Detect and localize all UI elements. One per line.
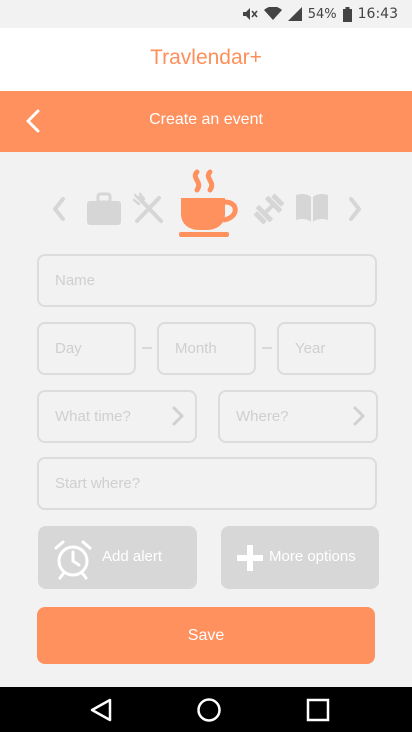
mute-icon [242, 8, 258, 20]
header-bar: Create an event [0, 91, 412, 152]
add-alert-label: Add alert [102, 548, 163, 565]
briefcase-icon[interactable] [86, 192, 122, 226]
alarm-clock-icon [54, 540, 92, 580]
day-field [37, 322, 136, 375]
more-options-label: More options [269, 548, 356, 565]
battery-percent: 54% [307, 6, 337, 22]
back-triangle-icon[interactable] [88, 697, 114, 723]
wifi-icon [263, 7, 282, 20]
page-title: Create an event [149, 111, 263, 128]
dumbbell-icon[interactable] [252, 192, 286, 226]
utensils-icon[interactable] [132, 192, 166, 226]
name-input[interactable] [39, 256, 375, 305]
next-arrow-icon[interactable] [346, 196, 364, 222]
month-field [157, 322, 256, 375]
battery-icon [342, 6, 352, 22]
save-button[interactable]: Save [37, 607, 375, 664]
system-nav-bar [0, 687, 412, 732]
plus-icon [237, 545, 263, 571]
status-icons: 54% 16:43 [242, 6, 398, 22]
year-field [277, 322, 376, 375]
clock: 16:43 [357, 6, 398, 22]
time-field[interactable] [37, 390, 197, 443]
name-field [37, 254, 377, 307]
day-input[interactable] [39, 324, 134, 373]
create-event-form: Add alert More options Save [0, 152, 412, 687]
book-icon[interactable] [294, 192, 330, 224]
year-input[interactable] [279, 324, 374, 373]
more-options-button[interactable]: More options [221, 526, 379, 589]
where-field[interactable] [218, 390, 378, 443]
start-where-field [37, 457, 377, 510]
month-input[interactable] [159, 324, 254, 373]
add-alert-button[interactable]: Add alert [38, 526, 197, 589]
prev-arrow-icon[interactable] [50, 196, 68, 222]
app-title: Travlendar+ [150, 46, 262, 69]
coffee-cup-icon[interactable] [177, 168, 243, 238]
chevron-right-icon [172, 406, 184, 426]
chevron-right-icon [353, 406, 365, 426]
date-separator [142, 347, 152, 349]
home-circle-icon[interactable] [196, 697, 222, 723]
category-carousel [0, 162, 412, 252]
date-separator [262, 347, 272, 349]
cell-signal-icon [287, 7, 302, 21]
start-where-input[interactable] [39, 459, 375, 508]
recents-square-icon[interactable] [306, 697, 330, 723]
app-bar: Travlendar+ [0, 28, 412, 91]
status-bar: 54% 16:43 [0, 0, 412, 28]
